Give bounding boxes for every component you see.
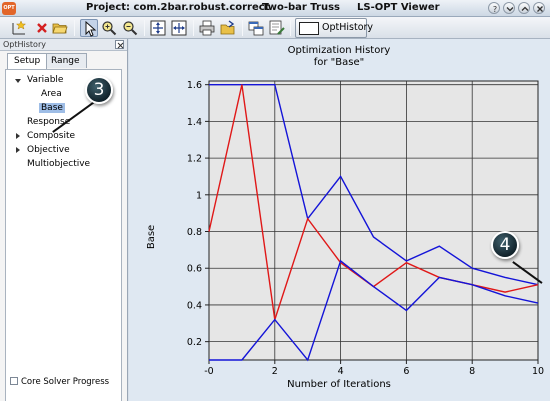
chevron-down-icon [506, 7, 514, 12]
svg-text:?: ? [493, 5, 497, 14]
zoom-out-icon [123, 21, 138, 36]
callout-4: 4 [491, 231, 519, 259]
open-button[interactable] [51, 19, 69, 37]
tree-item-objective[interactable]: Objective [27, 145, 70, 155]
title-bar: OPT Project: com.2bar.robust.correct Two… [0, 0, 550, 17]
x-tick-label: 6 [403, 366, 409, 377]
core-solver-progress-checkbox[interactable]: Core Solver Progress [10, 377, 109, 387]
toolbar-separator [74, 20, 75, 36]
x-tick-label: -0 [204, 366, 213, 377]
open-folder-icon [52, 23, 68, 34]
delete-button[interactable] [33, 19, 51, 37]
close-icon [117, 42, 124, 49]
minimize-button[interactable] [503, 2, 515, 14]
tab-setup[interactable]: Setup [7, 53, 48, 69]
y-tick-label: 0.2 [187, 337, 202, 348]
y-tick-label: 1 [196, 190, 202, 201]
window-icon [248, 21, 264, 36]
export-button[interactable] [219, 19, 237, 37]
y-axis-label: Base [146, 225, 157, 249]
delete-icon [37, 23, 47, 33]
zoom-out-button[interactable] [121, 19, 139, 37]
layout-double-button[interactable] [170, 19, 188, 37]
app-logo-icon: OPT [2, 2, 16, 15]
panel-header: OptHistory [0, 39, 127, 51]
panel-title: OptHistory [3, 40, 46, 49]
window-title-project: Project: com.2bar.robust.correct [86, 2, 270, 13]
toolbar-separator [242, 20, 243, 36]
opthistory-button-label: OptHistory [322, 22, 374, 33]
collapsed-triangle-icon[interactable] [14, 146, 22, 154]
edit-icon [269, 20, 285, 35]
toolbar-separator [144, 20, 145, 36]
expanded-triangle-icon[interactable] [14, 77, 22, 85]
y-tick-label: 0.6 [187, 264, 202, 275]
tree-item-composite[interactable]: Composite [27, 131, 75, 141]
print-button[interactable] [198, 19, 216, 37]
pointer-button[interactable] [80, 19, 98, 37]
y-tick-label: 1.4 [187, 117, 202, 128]
callout-3: 3 [85, 76, 113, 104]
plot-window-icon [299, 22, 319, 35]
window-title-model: Two-bar Truss [262, 2, 340, 13]
x-tick-label: 4 [338, 366, 344, 377]
export-icon [220, 20, 235, 35]
collapsed-triangle-icon[interactable] [14, 132, 22, 140]
new-plot-button[interactable] [10, 19, 28, 37]
tree-item-multiobjective[interactable]: Multiobjective [27, 159, 90, 169]
zoom-in-icon [102, 21, 117, 36]
tree-item-area[interactable]: Area [41, 89, 62, 99]
checkbox-icon [10, 377, 18, 385]
tree-item-variable[interactable]: Variable [27, 75, 63, 85]
new-plot-icon [12, 20, 27, 35]
toolbar: OptHistory [0, 17, 550, 39]
y-tick-label: 0.8 [187, 227, 202, 238]
maximize-button[interactable] [518, 2, 530, 14]
x-axis-label: Number of Iterations [287, 379, 391, 390]
y-tick-label: 1.6 [187, 80, 202, 91]
tab-range[interactable]: Range [44, 53, 87, 68]
chart-subtitle: for "Base" [314, 57, 364, 68]
optimization-history-chart[interactable]: Optimization History for "Base" -0 2 4 6 8 10… [129, 39, 550, 401]
plot-background [208, 80, 539, 361]
x-tick-label: 10 [532, 366, 544, 377]
close-button[interactable] [533, 2, 545, 14]
edit-button[interactable] [268, 19, 286, 37]
window-button[interactable] [247, 19, 265, 37]
x-tick-label: 2 [272, 366, 278, 377]
core-solver-progress-label: Core Solver Progress [21, 377, 110, 387]
window-title-app: LS-OPT Viewer [357, 2, 440, 13]
x-tick-label: 8 [469, 366, 475, 377]
print-icon [199, 20, 215, 36]
zoom-in-button[interactable] [100, 19, 118, 37]
help-button[interactable]: ? [488, 2, 500, 14]
pointer-icon [85, 21, 97, 37]
chevron-up-icon [521, 6, 529, 11]
plot-window: Optimization History for "Base" -0 2 4 6 8 10… [129, 39, 550, 401]
tree-item-base[interactable]: Base [39, 103, 65, 113]
close-icon [537, 6, 543, 12]
layout-single-button[interactable] [149, 19, 167, 37]
toolbar-separator [193, 20, 194, 36]
toolbar-separator [290, 20, 291, 36]
variable-tree: Variable Area Base Response Composite Ob… [5, 69, 122, 401]
chart-title: Optimization History [288, 45, 391, 56]
help-icon: ? [493, 5, 497, 14]
panel-close-button[interactable] [115, 40, 124, 49]
opthistory-button[interactable]: OptHistory [295, 18, 373, 38]
layout-2-icon [171, 20, 187, 36]
y-tick-label: 0.4 [187, 300, 202, 311]
layout-1-icon [150, 20, 166, 36]
y-tick-label: 1.2 [187, 154, 202, 165]
